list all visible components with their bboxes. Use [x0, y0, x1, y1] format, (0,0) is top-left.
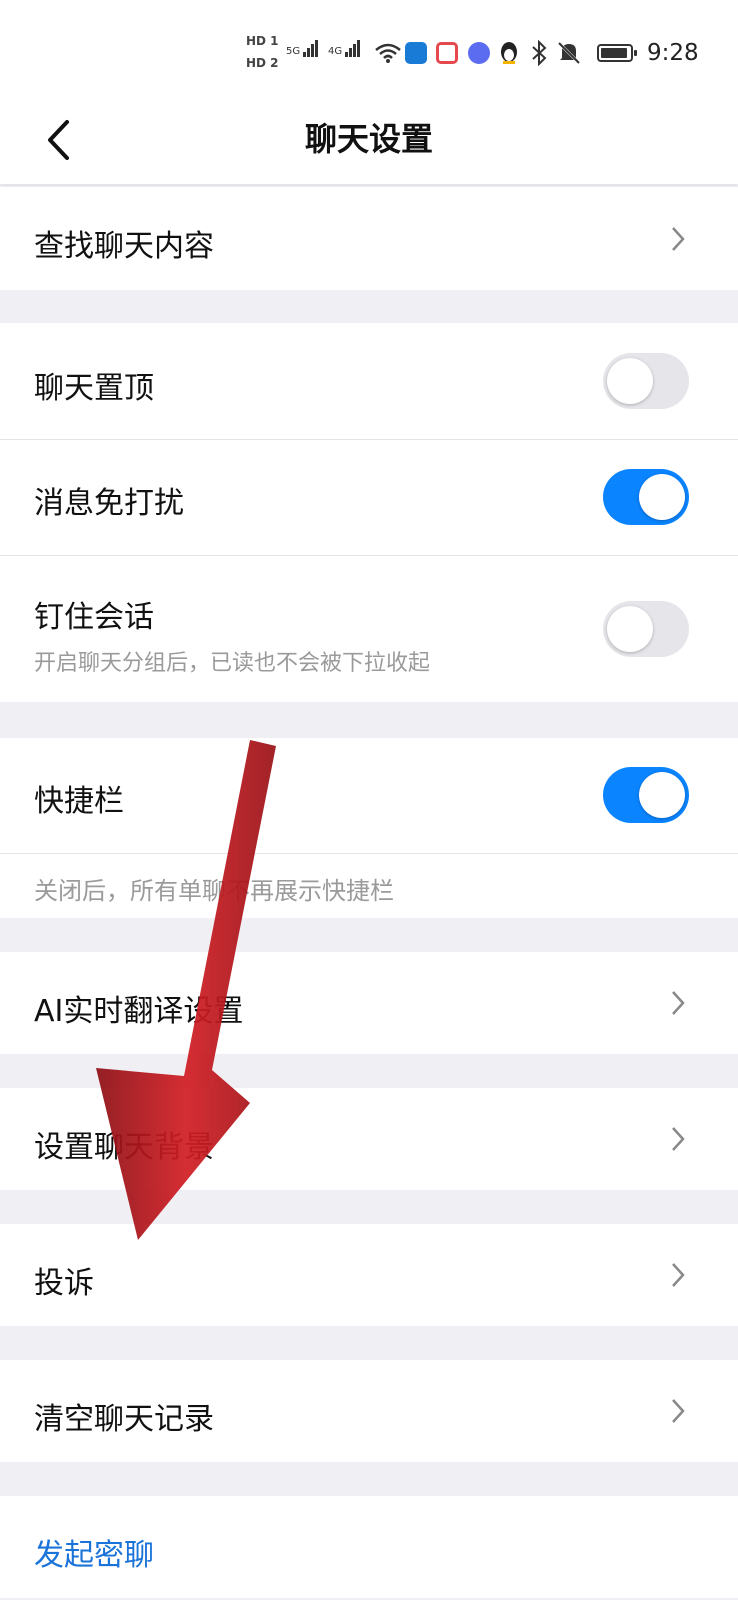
toggle-knob: [607, 358, 653, 404]
clear-chat-history-row[interactable]: 清空聊天记录: [0, 1360, 738, 1462]
row-label: AI实时翻译设置: [34, 994, 244, 1029]
complain-row[interactable]: 投诉: [0, 1224, 738, 1326]
app-notification-icon: [405, 42, 427, 64]
bluetooth-icon: [531, 39, 547, 70]
book-app-icon: [436, 42, 458, 64]
battery-icon: [597, 44, 637, 62]
row-subtitle: 开启聊天分组后，已读也不会被下拉收起: [34, 651, 431, 676]
secret-chat-link[interactable]: 发起密聊: [34, 1530, 154, 1574]
set-chat-background-row[interactable]: 设置聊天背景: [0, 1088, 738, 1190]
search-chat-content-row[interactable]: 查找聊天内容: [0, 187, 738, 290]
wifi-icon: [374, 42, 402, 68]
mute-row: 消息免打扰: [0, 440, 738, 555]
row-label: 设置聊天背景: [34, 1130, 214, 1165]
network-label: 4G: [328, 46, 343, 57]
signal-icon: 4G: [328, 40, 361, 57]
toggle-knob: [639, 474, 685, 520]
chevron-right-icon: [670, 225, 686, 253]
ai-translate-row[interactable]: AI实时翻译设置: [0, 952, 738, 1054]
secret-chat-row[interactable]: 发起密聊: [0, 1496, 738, 1598]
quickbar-note: 关闭后，所有单聊不再展示快捷栏: [34, 877, 394, 905]
quickbar-toggle[interactable]: [603, 767, 689, 823]
pin-chat-row: 钉住会话 开启聊天分组后，已读也不会被下拉收起: [0, 556, 738, 702]
qq-penguin-icon: [498, 40, 520, 70]
hd-indicators: HD 1 HD 2: [246, 34, 279, 78]
row-label: 投诉: [34, 1266, 94, 1301]
row-label: 聊天置顶: [34, 371, 154, 406]
page-title: 聊天设置: [304, 120, 433, 158]
music-app-icon: [468, 42, 490, 64]
row-label: 钉住会话: [34, 600, 154, 635]
quickbar-row: 快捷栏: [0, 738, 738, 853]
nav-header: 聊天设置: [0, 100, 738, 184]
network-label: 5G: [286, 46, 301, 57]
row-label: 消息免打扰: [34, 486, 184, 521]
status-bar: HD 1 HD 2 5G 4G 9:28: [0, 0, 738, 100]
bell-off-icon: [556, 40, 582, 70]
pin-top-toggle[interactable]: [603, 353, 689, 409]
signal-icon: 5G: [286, 40, 319, 57]
chevron-right-icon: [670, 1125, 686, 1153]
mute-toggle[interactable]: [603, 469, 689, 525]
row-label: 查找聊天内容: [34, 229, 214, 264]
toggle-knob: [607, 606, 653, 652]
chevron-right-icon: [670, 1397, 686, 1425]
toggle-knob: [639, 772, 685, 818]
pin-chat-toggle[interactable]: [603, 601, 689, 657]
hd2-label: HD 2: [246, 56, 279, 70]
hd1-label: HD 1: [246, 34, 279, 48]
clock: 9:28: [647, 40, 699, 66]
quickbar-note-row: 关闭后，所有单聊不再展示快捷栏: [0, 854, 738, 918]
pin-top-row: 聊天置顶: [0, 323, 738, 439]
chevron-right-icon: [670, 1261, 686, 1289]
row-label: 快捷栏: [34, 784, 124, 819]
chevron-right-icon: [670, 989, 686, 1017]
row-label: 清空聊天记录: [34, 1402, 214, 1437]
